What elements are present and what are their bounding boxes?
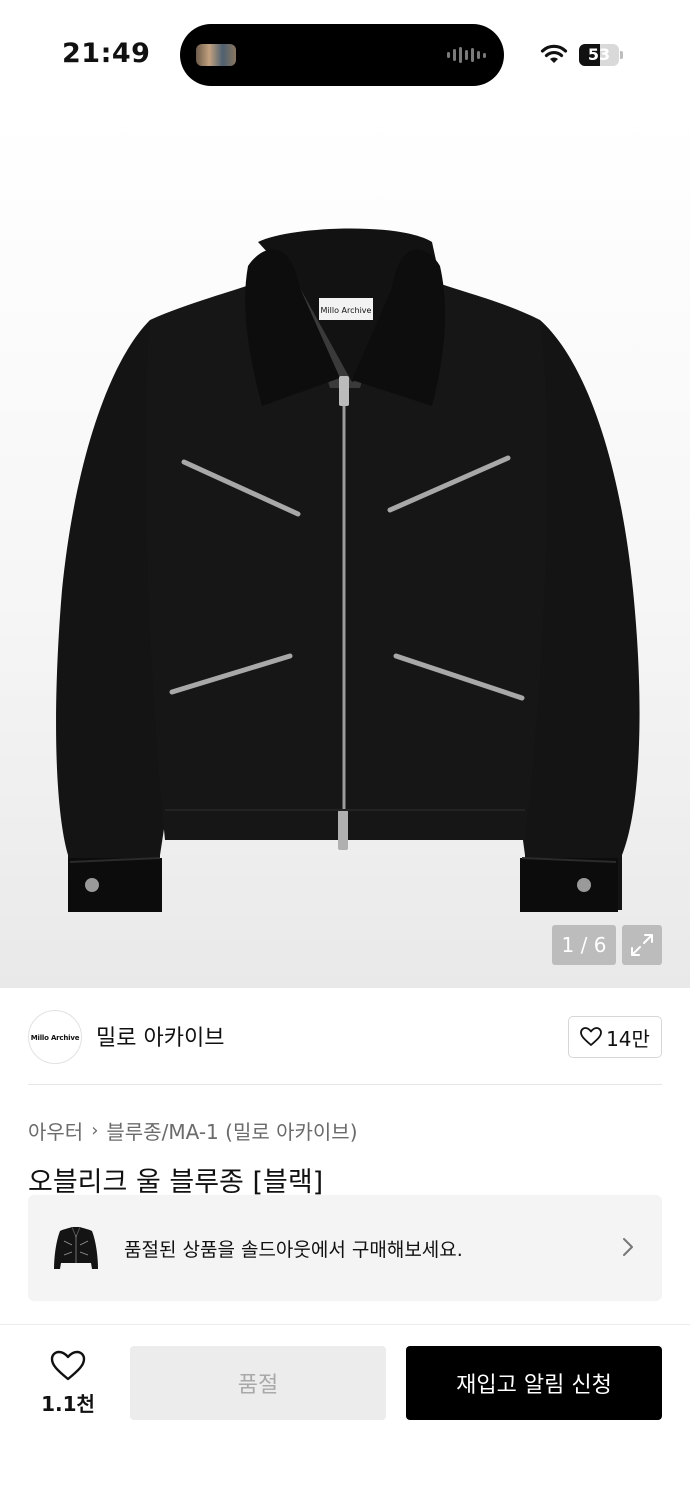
battery-icon: 53 — [579, 44, 623, 66]
audio-wave-icon — [447, 46, 486, 64]
divider — [28, 1084, 662, 1085]
product-title: 오블리크 울 블루종 [블랙] — [28, 1167, 324, 1198]
jacket-label: Millo Archive — [321, 306, 372, 315]
expand-icon — [631, 934, 653, 956]
image-counter: 1 / 6 — [552, 925, 616, 965]
brand-like-count: 14만 — [606, 1026, 650, 1051]
breadcrumb: 아우터 › 블루종/MA-1 (밀로 아카이브) — [28, 1116, 358, 1145]
heart-icon — [50, 1350, 86, 1381]
product-image: Millo Archive — [56, 228, 640, 912]
soldout-product-thumbnail — [54, 1226, 98, 1269]
soldout-button: 품절 — [130, 1346, 386, 1420]
chevron-right-icon — [623, 1238, 633, 1256]
battery-percent: 53 — [587, 45, 611, 64]
expand-image-button[interactable] — [622, 925, 662, 965]
dynamic-island — [180, 24, 504, 86]
breadcrumb-subcategory[interactable]: 블루종/MA-1 (밀로 아카이브) — [106, 1116, 357, 1145]
product-image-carousel[interactable]: Millo Archive — [0, 110, 690, 988]
heart-icon — [580, 1027, 602, 1046]
wifi-icon — [540, 44, 568, 63]
soldout-banner-text: 품절된 상품을 솔드아웃에서 구매해보세요. — [124, 1239, 463, 1261]
bottom-bar-divider — [0, 1324, 690, 1325]
chevron-right-icon: › — [91, 1120, 99, 1141]
soldout-banner[interactable]: 품절된 상품을 솔드아웃에서 구매해보세요. — [28, 1195, 662, 1301]
wish-count: 1.1천 — [41, 1392, 95, 1416]
brand-name[interactable]: 밀로 아카이브 — [96, 1020, 224, 1052]
breadcrumb-category[interactable]: 아우터 — [28, 1116, 83, 1145]
now-playing-thumbnail — [196, 44, 236, 66]
brand-like-button[interactable]: 14만 — [568, 1016, 662, 1058]
restock-alert-button[interactable]: 재입고 알림 신청 — [406, 1346, 662, 1420]
status-bar: 21:49 53 — [0, 0, 690, 110]
wish-button[interactable] — [50, 1350, 86, 1382]
status-time: 21:49 — [62, 38, 151, 69]
brand-logo[interactable]: Millo Archive — [28, 1010, 82, 1064]
